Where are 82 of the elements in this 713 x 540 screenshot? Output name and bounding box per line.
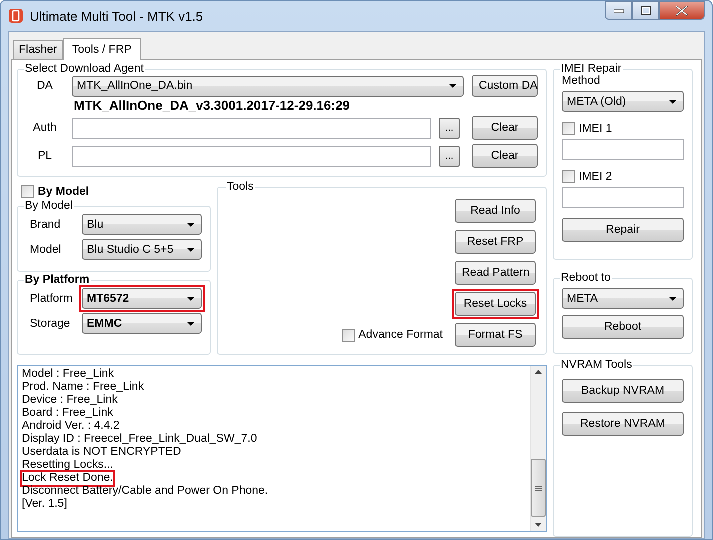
group-title: IMEI Repair [560, 63, 623, 75]
log-line: Display ID : Freecel_Free_Link_Dual_SW_7.0 [22, 433, 258, 446]
log-line: Lock Reset Done. [22, 472, 114, 485]
window-title: Ultimate Multi Tool - MTK v1.5 [30, 8, 204, 24]
caret-icon [449, 84, 457, 88]
input-field[interactable] [72, 118, 431, 138]
tool-button[interactable]: Reset Locks [455, 292, 536, 316]
tab[interactable]: Tools / FRP [63, 38, 141, 60]
caret-icon [669, 296, 677, 300]
nvram-button[interactable]: Restore NVRAM [562, 412, 684, 436]
field-label: Method [562, 75, 602, 87]
grip-icon [535, 486, 542, 490]
scroll-down-icon[interactable] [535, 523, 542, 527]
dropdown[interactable]: META (Old) [562, 91, 684, 112]
checkbox[interactable] [562, 122, 575, 135]
log-line: Userdata is NOT ENCRYPTED [22, 446, 182, 459]
reboot-button[interactable]: Reboot [562, 315, 684, 339]
group-title: Reboot to [560, 272, 612, 284]
checkbox-label: IMEI 2 [579, 170, 612, 182]
caret-icon [187, 296, 195, 300]
input-field[interactable] [562, 187, 684, 208]
checkbox-label: IMEI 1 [579, 122, 612, 134]
da-version-label: MTK_AllInOne_DA_v3.3001.2017-12-29.16:29 [73, 98, 352, 113]
clear-button[interactable]: Clear [472, 116, 538, 140]
field-label: DA [36, 80, 54, 92]
maximize-icon [640, 6, 650, 15]
log-line: Android Ver. : 4.4.2 [22, 420, 120, 433]
input-field[interactable] [562, 139, 684, 160]
tool-button[interactable]: Read Pattern [455, 261, 536, 285]
dropdown[interactable]: MTK_AllInOne_DA.bin [72, 76, 464, 96]
caret-icon [669, 100, 677, 104]
caret-icon [187, 222, 195, 226]
dropdown[interactable]: MT6572 [82, 288, 202, 309]
caret-icon [187, 322, 195, 326]
field-label: PL [36, 150, 54, 162]
field-label: Model [29, 244, 62, 256]
log-line: Disconnect Battery/Cable and Power On Phone. [22, 485, 268, 498]
minimize-icon [614, 8, 624, 12]
nvram-button[interactable]: Backup NVRAM [562, 379, 684, 403]
dropdown[interactable]: Blu [82, 214, 202, 235]
dropdown[interactable]: Blu Studio C 5+5 [82, 239, 202, 260]
field-label: Platform [29, 292, 74, 304]
clear-button[interactable]: Clear [472, 144, 538, 168]
app-icon [8, 8, 24, 24]
field-label: Auth [32, 122, 58, 134]
dropdown[interactable]: META [562, 288, 684, 309]
minimize-button[interactable] [605, 1, 632, 20]
group-title: Tools [226, 181, 255, 193]
checkbox[interactable] [342, 328, 355, 342]
scroll-thumb[interactable] [531, 459, 546, 517]
group-title: NVRAM Tools [560, 359, 634, 371]
maximize-button[interactable] [632, 1, 659, 20]
group-title: Select Download Agent [24, 63, 145, 75]
dropdown[interactable]: EMMC [82, 313, 202, 334]
field-label: Brand [29, 218, 62, 230]
browse-button[interactable]: ... [439, 118, 460, 138]
close-icon [676, 6, 688, 16]
close-button[interactable] [659, 1, 705, 20]
custom-da-button[interactable]: Custom DA [472, 75, 538, 97]
field-label: Storage [29, 318, 72, 330]
log-line: Resetting Locks... [22, 459, 114, 472]
scroll-up-icon[interactable] [535, 370, 542, 374]
browse-button[interactable]: ... [439, 146, 460, 166]
checkbox-label: Advance Format [358, 329, 443, 341]
log-line: Board : Free_Link [22, 407, 114, 420]
repair-button[interactable]: Repair [562, 218, 684, 242]
caret-icon [187, 248, 195, 252]
checkbox-label: By Model [38, 186, 90, 198]
tool-button[interactable]: Reset FRP [455, 230, 536, 254]
tool-button[interactable]: Read Info [455, 199, 536, 223]
group-title: By Platform [24, 274, 91, 286]
log-line: [Ver. 1.5] [22, 498, 68, 511]
scrollbar[interactable] [530, 366, 546, 531]
tool-button[interactable]: Format FS [455, 323, 536, 347]
tab[interactable]: Flasher [13, 40, 64, 59]
checkbox[interactable] [562, 170, 575, 183]
input-field[interactable] [72, 146, 431, 166]
group-title: By Model [24, 200, 74, 212]
checkbox[interactable] [21, 185, 34, 198]
log-line: Device : Free_Link [22, 394, 118, 407]
log-line: Model : Free_Link [22, 368, 114, 381]
log-line: Prod. Name : Free_Link [22, 381, 144, 394]
